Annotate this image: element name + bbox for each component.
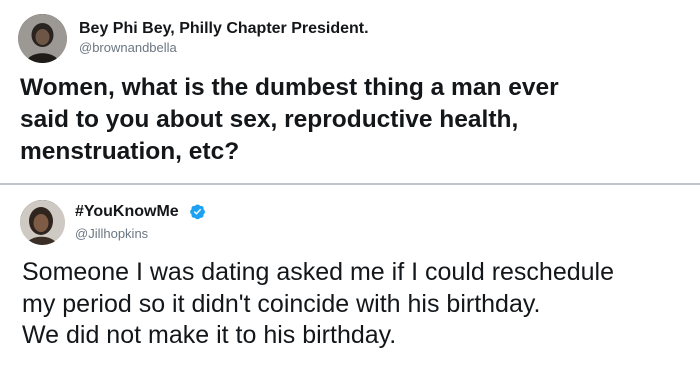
tweet-text-line: my period so it didn't coincide with his… bbox=[22, 289, 541, 318]
tweet-text-line: menstruation, etc? bbox=[20, 138, 240, 165]
user-handle[interactable]: @Jillhopkins bbox=[75, 226, 148, 242]
display-name[interactable]: #YouKnowMe bbox=[75, 202, 179, 222]
tweet-text: Women, what is the dumbest thing a man e… bbox=[20, 72, 690, 168]
avatar-photo-icon bbox=[18, 14, 67, 63]
tweet-text-line: Women, what is the dumbest thing a man e… bbox=[20, 74, 559, 101]
tweet-text-line: said to you about sex, reproductive heal… bbox=[20, 106, 519, 133]
display-name[interactable]: Bey Phi Bey, Philly Chapter President. bbox=[79, 19, 369, 39]
verified-badge-icon bbox=[189, 203, 206, 220]
avatar[interactable] bbox=[20, 200, 65, 245]
tweet-text-line: We did not make it to his birthday. bbox=[22, 321, 397, 349]
avatar-photo-icon bbox=[20, 200, 65, 245]
tweet-text-line: Someone I was dating asked me if I could… bbox=[22, 258, 615, 286]
user-handle[interactable]: @brownandbella bbox=[79, 40, 177, 56]
divider bbox=[0, 183, 700, 185]
tweet-reply: #YouKnowMe @Jillhopkins Someone I was da… bbox=[0, 186, 700, 368]
avatar[interactable] bbox=[18, 14, 67, 63]
tweet-original: Bey Phi Bey, Philly Chapter President. @… bbox=[0, 0, 700, 184]
tweet-text: Someone I was dating asked me if I could… bbox=[22, 257, 692, 352]
